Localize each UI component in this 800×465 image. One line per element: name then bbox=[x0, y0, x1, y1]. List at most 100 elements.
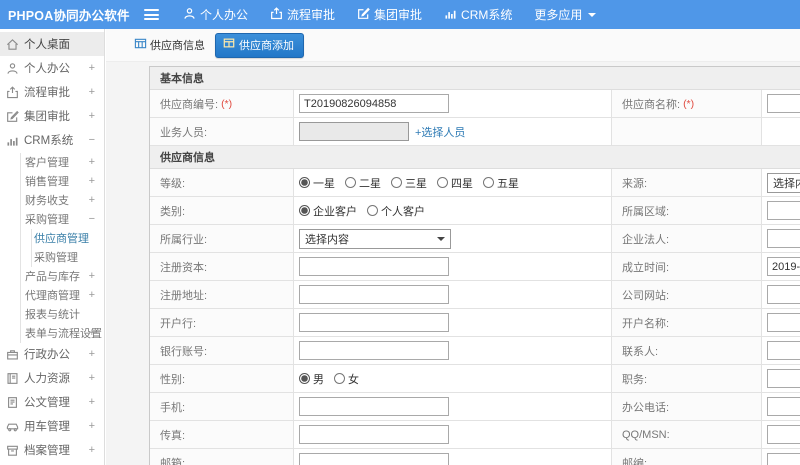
sidebar-item-label: 个人办公 bbox=[24, 63, 70, 75]
hamburger-menu-icon[interactable] bbox=[144, 7, 159, 23]
email-input[interactable] bbox=[299, 453, 449, 465]
menu-label: 流程审批 bbox=[287, 8, 336, 22]
sidebar-item[interactable]: 产品与库存 + bbox=[0, 266, 104, 285]
radio-option[interactable]: 三星 bbox=[391, 175, 427, 191]
registered-address-input[interactable] bbox=[299, 285, 449, 304]
sidebar-item-label: 产品与库存 bbox=[25, 270, 80, 283]
field-label: 供应商名称: (*) bbox=[612, 90, 762, 117]
sidebar-item[interactable]: CRM系统 − bbox=[0, 128, 104, 152]
sidebar-item-label: 用车管理 bbox=[24, 421, 70, 433]
field-label: 公司网站: bbox=[612, 281, 762, 308]
field-label: 成立时间: bbox=[612, 253, 762, 280]
sidebar-item[interactable]: 表单与流程设置 + bbox=[0, 323, 104, 342]
form-row: 所属行业: 选择内容 企业法人: bbox=[150, 225, 800, 253]
menu-personal-office[interactable]: 个人办公 bbox=[183, 6, 248, 23]
sidebar-item[interactable]: 代理商管理 + bbox=[0, 285, 104, 304]
form-row: 手机: 办公电话: bbox=[150, 393, 800, 421]
sidebar-item[interactable]: 个人办公 + bbox=[0, 56, 104, 80]
field-label: 银行账号: bbox=[150, 337, 294, 364]
position-input[interactable] bbox=[767, 369, 800, 388]
expand-icon: + bbox=[88, 348, 95, 360]
sidebar-item[interactable]: 档案管理 + bbox=[0, 438, 104, 462]
industry-select[interactable]: 选择内容 bbox=[299, 228, 451, 249]
bank-input[interactable] bbox=[299, 313, 449, 332]
book-icon bbox=[6, 372, 19, 385]
sidebar-item-label: 集团审批 bbox=[24, 111, 70, 123]
menu-group-approval[interactable]: 集团审批 bbox=[357, 6, 422, 23]
sidebar-item[interactable]: 采购管理 − bbox=[0, 209, 104, 228]
expand-icon: + bbox=[88, 326, 95, 339]
app-logo: PHPOA协同办公软件 bbox=[8, 9, 130, 23]
menu-more-apps[interactable]: 更多应用 bbox=[534, 6, 597, 23]
sidebar-item[interactable]: 销售管理 + bbox=[0, 171, 104, 190]
radio-option[interactable]: 一星 bbox=[299, 175, 335, 191]
menu-flow-approval[interactable]: 流程审批 bbox=[270, 6, 335, 23]
radio-option[interactable]: 男 bbox=[299, 371, 324, 387]
office-phone-input[interactable] bbox=[767, 397, 800, 416]
sidebar-item[interactable]: 个人桌面 bbox=[0, 32, 104, 56]
sidebar-item-label: 行政办公 bbox=[24, 349, 70, 361]
archive-icon bbox=[6, 444, 19, 457]
menu-label: CRM系统 bbox=[461, 8, 513, 22]
fax-input[interactable] bbox=[299, 425, 449, 444]
website-input[interactable] bbox=[767, 285, 800, 304]
expand-icon: + bbox=[88, 396, 95, 408]
field-label: 开户行: bbox=[150, 309, 294, 336]
legal-person-input[interactable] bbox=[767, 229, 800, 248]
sidebar-item[interactable]: 公文管理 + bbox=[0, 390, 104, 414]
contact-input[interactable] bbox=[767, 341, 800, 360]
sidebar-item[interactable]: 用车管理 + bbox=[0, 414, 104, 438]
table-icon bbox=[134, 37, 147, 53]
sidebar-item-label: 公文管理 bbox=[24, 397, 70, 409]
source-select[interactable]: 选择内容 bbox=[767, 172, 800, 193]
radio-option[interactable]: 女 bbox=[334, 371, 359, 387]
account-name-input[interactable] bbox=[767, 313, 800, 332]
briefcase-icon bbox=[6, 348, 19, 361]
section-header-supplier: 供应商信息 bbox=[150, 146, 800, 169]
field-label: 职务: bbox=[612, 365, 762, 392]
tab-supplier-info[interactable]: 供应商信息 bbox=[134, 37, 205, 53]
sidebar-item[interactable]: 客户管理 + bbox=[0, 152, 104, 171]
founded-date-input[interactable] bbox=[767, 257, 800, 276]
zipcode-input[interactable] bbox=[767, 453, 800, 465]
chart-icon bbox=[6, 134, 19, 147]
field-label: 传真: bbox=[150, 421, 294, 448]
region-input[interactable] bbox=[767, 201, 800, 220]
radio-option[interactable]: 四星 bbox=[437, 175, 473, 191]
bank-account-input[interactable] bbox=[299, 341, 449, 360]
qq-msn-input[interactable] bbox=[767, 425, 800, 444]
tab-label: 供应商信息 bbox=[150, 40, 205, 52]
radio-option[interactable]: 二星 bbox=[345, 175, 381, 191]
sidebar-item-label: 客户管理 bbox=[25, 156, 69, 169]
radio-option[interactable]: 企业客户 bbox=[299, 203, 357, 219]
sidebar-item-label: 档案管理 bbox=[24, 445, 70, 457]
sidebar-item[interactable]: 流程审批 + bbox=[0, 80, 104, 104]
form-row: 邮箱: 邮编: bbox=[150, 449, 800, 465]
staff-input[interactable] bbox=[299, 122, 409, 141]
field-label: 业务人员: bbox=[150, 118, 294, 145]
supplier-name-input[interactable] bbox=[767, 94, 800, 113]
radio-option[interactable]: 五星 bbox=[483, 175, 519, 191]
choose-staff-link[interactable]: +选择人员 bbox=[415, 124, 465, 140]
expand-icon: + bbox=[88, 110, 95, 122]
radio-option[interactable]: 个人客户 bbox=[367, 203, 425, 219]
sidebar-item[interactable]: 行政办公 + bbox=[0, 342, 104, 366]
menu-crm-system[interactable]: CRM系统 bbox=[444, 6, 512, 23]
sidebar-item[interactable]: 集团审批 + bbox=[0, 104, 104, 128]
sidebar-item-label: 人力资源 bbox=[24, 373, 70, 385]
mobile-input[interactable] bbox=[299, 397, 449, 416]
gender-radio-group: 男 女 bbox=[299, 371, 359, 387]
sidebar-item[interactable]: 报表与统计 bbox=[0, 304, 104, 323]
edit-icon bbox=[357, 7, 370, 23]
registered-capital-input[interactable] bbox=[299, 257, 449, 276]
chart-icon bbox=[444, 7, 457, 23]
sidebar-item[interactable]: 人力资源 + bbox=[0, 366, 104, 390]
form-row: 银行账号: 联系人: bbox=[150, 337, 800, 365]
sidebar-item[interactable]: 供应商管理 bbox=[0, 228, 104, 247]
supplier-code-input[interactable] bbox=[299, 94, 449, 113]
field-label: 等级: bbox=[150, 169, 294, 196]
caret-down-icon bbox=[588, 12, 597, 17]
sidebar-item[interactable]: 采购管理 bbox=[0, 247, 104, 266]
tab-supplier-add[interactable]: 供应商添加 bbox=[215, 32, 304, 58]
sidebar-item[interactable]: 财务收支 + bbox=[0, 190, 104, 209]
